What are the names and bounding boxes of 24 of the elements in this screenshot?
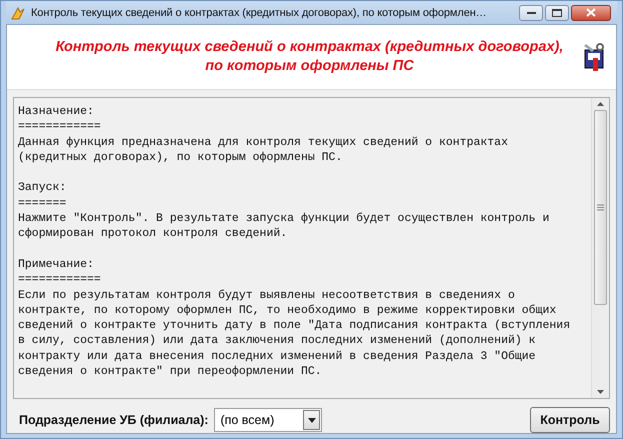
header-title: Контроль текущих сведений о контрактах (кредитных договорах), по которым оформлены ПС xyxy=(54,38,564,76)
filter-label: Подразделение УБ (филиала): xyxy=(19,413,208,427)
memo-heading: Примечание: xyxy=(18,256,94,272)
memo-heading: Запуск: xyxy=(18,180,66,196)
memo-heading: Назначение: xyxy=(18,104,94,120)
minimize-icon xyxy=(526,10,536,14)
branch-dropdown[interactable]: (по всем) xyxy=(214,408,322,432)
window-title: Контроль текущих сведений о контрактах (кредитных договорах), по которым оформлен… xyxy=(31,6,488,18)
memo-paragraph: Если по результатам контроля будут выявлены несоответствия в сведениях о контракте, по которому оформлен ПС, то необходимо в режиме корректировки общих сведений о контракте уточнить дату в поле "Дата подписания контракта (вступления в силу, составления) или дата заключения последних изменений (дополнений) к контракту или дата внесения последних изменений в сведения Раздела 3 "Общие сведения о контракте" при переоформлении ПС. xyxy=(18,288,570,380)
memo-rule: ======= xyxy=(18,196,66,212)
maximize-button[interactable] xyxy=(545,4,569,20)
close-button[interactable] xyxy=(571,4,611,20)
dropdown-arrow-icon xyxy=(308,418,316,422)
maximize-icon xyxy=(552,8,562,16)
memo-paragraph: Данная функция предназначена для контроля текущих сведений о контрактах (кредитных договорах), по которым оформлены ПС. xyxy=(18,134,508,166)
app-icon xyxy=(10,4,26,20)
memo-rule: ============ xyxy=(18,119,101,135)
tool-icon xyxy=(582,42,606,72)
memo-paragraph: Нажмите "Контроль". В результате запуска функции будет осуществлен контроль и сформирован протокол контроля сведений. xyxy=(18,211,550,242)
control-button[interactable]: Контроль xyxy=(530,407,610,433)
minimize-button[interactable] xyxy=(519,4,543,20)
scrollbar-thumb[interactable] xyxy=(594,110,607,305)
close-icon xyxy=(586,8,596,17)
memo-rule: ============ xyxy=(18,272,101,288)
